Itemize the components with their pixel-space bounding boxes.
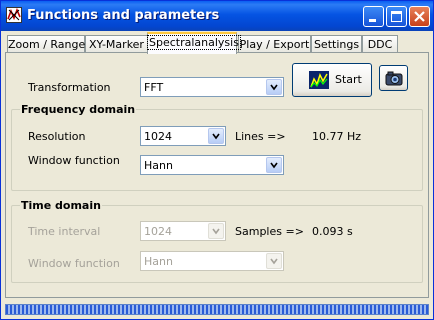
minimize-icon xyxy=(369,19,376,22)
resolution-value: 1024 xyxy=(144,130,172,143)
tab-label: Zoom / Range xyxy=(8,38,86,51)
window-title: Functions and parameters xyxy=(27,8,220,23)
chevron-down-icon[interactable] xyxy=(208,128,224,144)
minimize-button[interactable] xyxy=(363,6,384,27)
frequency-window-function-label: Window function xyxy=(28,154,120,167)
status-bar xyxy=(5,304,429,315)
start-button[interactable]: Start xyxy=(292,63,372,97)
frequency-window-function-select[interactable]: Hann xyxy=(140,155,284,175)
transformation-value: FFT xyxy=(144,81,164,94)
tab-label: DDC xyxy=(367,38,393,51)
time-interval-value: 1024 xyxy=(144,225,172,238)
camera-icon xyxy=(385,70,403,89)
time-interval-select[interactable]: 1024 xyxy=(140,221,226,241)
time-domain-group: Time domain xyxy=(11,199,423,283)
samples-label: Samples => xyxy=(235,225,304,238)
frequency-domain-title: Frequency domain xyxy=(20,103,137,116)
time-domain-title: Time domain xyxy=(20,199,102,212)
maximize-button[interactable] xyxy=(386,6,407,27)
tab-label: Settings xyxy=(313,38,360,51)
function-graph-icon[interactable] xyxy=(6,7,22,23)
dialog-window: Functions and parameters Zoom / Range XY… xyxy=(0,0,434,320)
time-window-function-label: Window function xyxy=(28,257,120,270)
chevron-down-icon[interactable] xyxy=(208,223,224,239)
chevron-down-icon[interactable] xyxy=(266,253,282,269)
tab-ddc[interactable]: DDC xyxy=(362,35,398,53)
chevron-down-icon[interactable] xyxy=(266,157,282,173)
transformation-select[interactable]: FFT xyxy=(140,77,284,97)
tab-xy-marker[interactable]: XY-Marker xyxy=(85,35,148,53)
chevron-down-icon[interactable] xyxy=(266,79,282,95)
resolution-select[interactable]: 1024 xyxy=(140,126,226,146)
tab-label: Spectralanalysis xyxy=(147,35,241,50)
tab-settings[interactable]: Settings xyxy=(311,35,362,53)
frequency-domain-group: Frequency domain xyxy=(11,103,423,191)
frequency-window-function-value: Hann xyxy=(144,159,173,172)
resolution-label: Resolution xyxy=(28,130,86,143)
transformation-label: Transformation xyxy=(28,81,111,94)
tab-zoom-range[interactable]: Zoom / Range xyxy=(7,35,85,53)
maximize-icon xyxy=(391,11,402,22)
time-interval-label: Time interval xyxy=(28,225,101,238)
tab-strip: Zoom / Range XY-Marker Spectralanalysis … xyxy=(5,32,431,54)
close-button[interactable] xyxy=(409,6,430,27)
tab-spectralanalysis[interactable]: Spectralanalysis xyxy=(147,32,241,54)
snapshot-button[interactable] xyxy=(379,65,408,91)
tab-play-export[interactable]: Play / Export xyxy=(238,35,311,53)
time-window-function-select[interactable]: Hann xyxy=(140,251,284,271)
close-icon xyxy=(414,11,425,22)
lines-label: Lines => xyxy=(235,130,286,143)
samples-value: 0.093 s xyxy=(312,225,353,238)
spectrum-chart-icon xyxy=(309,71,329,92)
lines-value: 10.77 Hz xyxy=(312,130,362,143)
tab-label: Play / Export xyxy=(239,38,310,51)
time-window-function-value: Hann xyxy=(144,255,173,268)
spectralanalysis-panel: Transformation FFT Start Frequency domai… xyxy=(5,52,429,298)
title-bar[interactable]: Functions and parameters xyxy=(1,1,433,31)
tab-label: XY-Marker xyxy=(89,38,144,51)
start-button-label: Start xyxy=(335,73,362,86)
